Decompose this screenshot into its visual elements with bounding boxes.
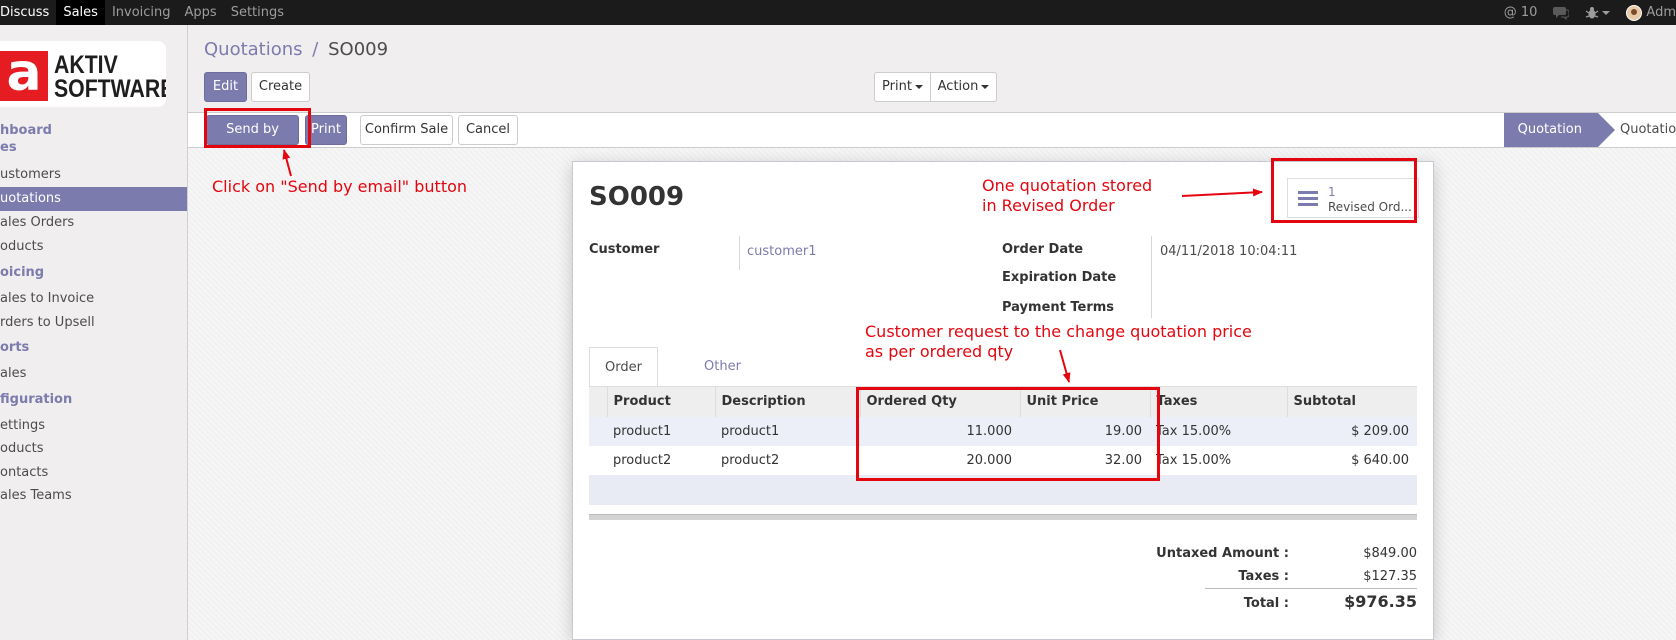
arrow-to-qty-price	[1059, 349, 1071, 383]
arrow-to-send-email	[282, 149, 292, 177]
arrow-to-revised-order	[1181, 188, 1263, 197]
annotation-arrows	[282, 149, 1263, 383]
